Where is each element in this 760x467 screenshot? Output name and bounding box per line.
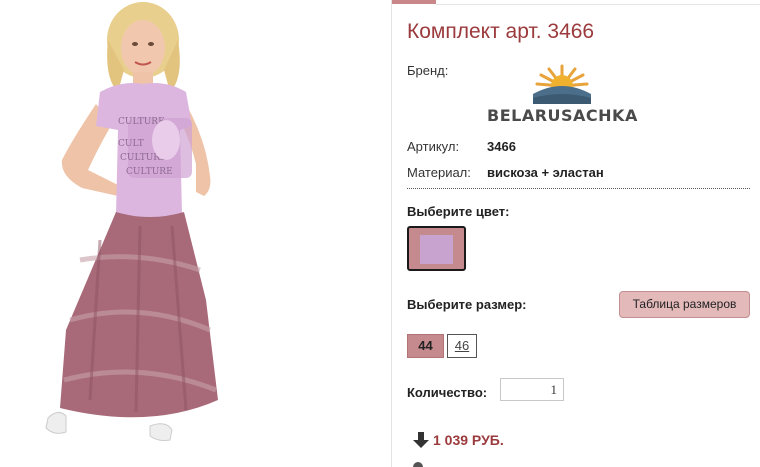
svg-text:CULT: CULT [118, 139, 144, 149]
dotted-separator [407, 188, 750, 189]
product-details-panel: Комплект арт. 3466 Бренд: BELARUSACHKA А… [407, 0, 757, 467]
brand-label: Бренд: [407, 63, 449, 78]
panel-divider [391, 0, 392, 467]
quantity-input[interactable] [500, 378, 564, 401]
model-photo-image: CULTURE CULT CULTURE CULTURE [45, 2, 218, 441]
brand-logo[interactable]: BELARUSACHKA [487, 62, 637, 128]
article-value: 3466 [487, 139, 516, 154]
material-value: вискоза + эластан [487, 165, 604, 180]
color-swatch-inner [420, 235, 453, 264]
article-label: Артикул: [407, 139, 460, 154]
color-swatch-pink[interactable] [407, 226, 466, 271]
material-row: Материал: вискоза + эластан [407, 165, 604, 180]
material-label: Материал: [407, 165, 471, 180]
article-row: Артикул: 3466 [407, 139, 516, 154]
quantity-label: Количество: [407, 385, 488, 400]
size-option-46[interactable]: 46 [447, 334, 477, 358]
sun-logo-icon [533, 64, 591, 104]
size-label: Выберите размер: [407, 297, 527, 312]
price-row: 1 039 РУБ. [411, 430, 504, 450]
svg-text:CULTURE: CULTURE [126, 167, 173, 177]
color-label: Выберите цвет: [407, 204, 510, 219]
arrow-down-icon [411, 430, 431, 450]
size-option-44[interactable]: 44 [407, 334, 444, 358]
brand-name: BELARUSACHKA [487, 106, 638, 125]
partial-icon [413, 462, 423, 467]
product-photo[interactable]: CULTURE CULT CULTURE CULTURE [0, 0, 360, 467]
price-value: 1 039 РУБ. [433, 432, 504, 448]
size-table-button[interactable]: Таблица размеров [619, 291, 750, 318]
product-title: Комплект арт. 3466 [407, 20, 595, 43]
